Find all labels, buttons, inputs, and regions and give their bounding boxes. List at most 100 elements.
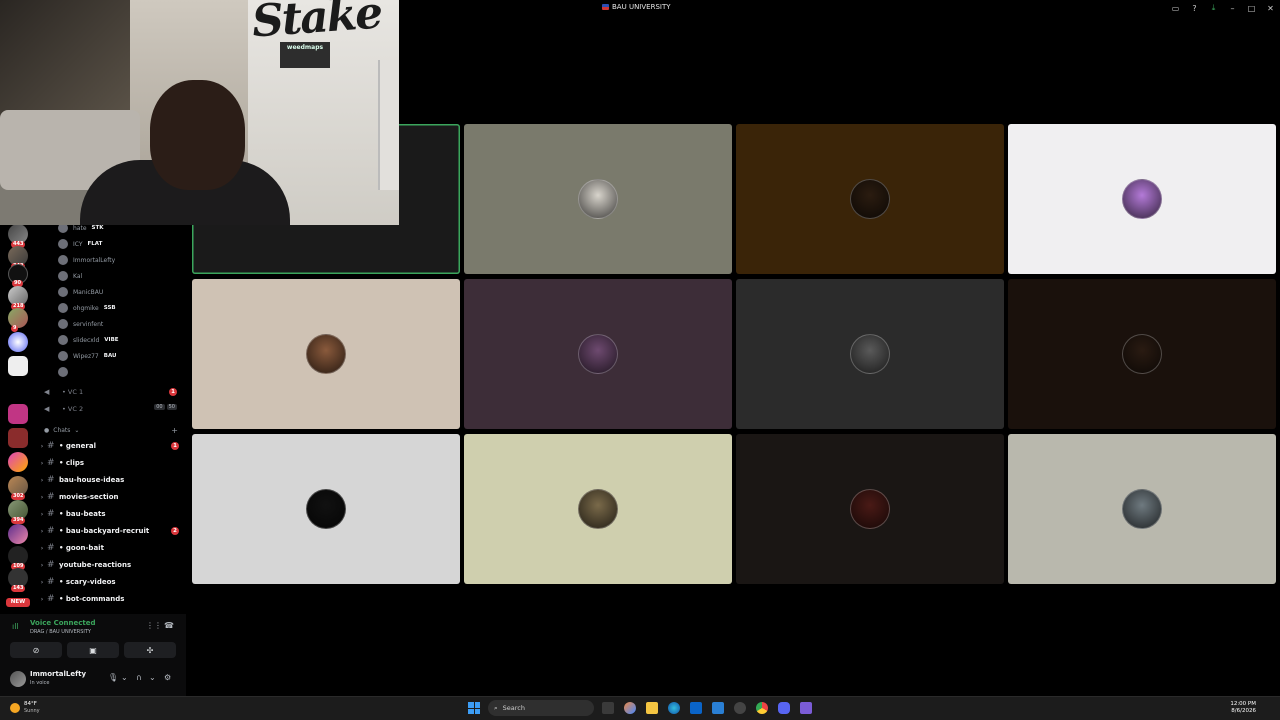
channel-list: hate STK ICY FLAT ImmortalLefty Kal ManicB… [36, 223, 186, 614]
app-icon[interactable] [734, 702, 746, 714]
voice-channel-label: • VC 2 [62, 405, 84, 413]
video-tile[interactable] [1008, 124, 1276, 274]
taskbar-search[interactable]: ⌕ Search [488, 700, 594, 716]
server-icon[interactable]: 90 [8, 264, 28, 287]
screen-share-button[interactable]: ▣ [67, 642, 119, 658]
server-icon[interactable]: 218 [8, 286, 28, 310]
channel-goon-bait[interactable]: › # • goon-bait [36, 541, 186, 555]
server-icon[interactable]: 394 [8, 500, 28, 524]
download-icon[interactable]: ⤓ [1204, 0, 1223, 16]
minimize-button[interactable]: – [1223, 0, 1242, 16]
taskbar-clock[interactable]: 12:00 PM 8/6/2026 [1230, 701, 1256, 715]
voice-member[interactable]: ICY FLAT [58, 238, 102, 250]
channel-label: • goon-bait [59, 544, 104, 552]
server-icon[interactable] [8, 428, 28, 448]
voice-status[interactable]: Voice Connected [30, 619, 96, 627]
video-tile[interactable] [1008, 279, 1276, 429]
server-icon[interactable] [8, 452, 28, 472]
inbox-icon[interactable]: ▭ [1166, 0, 1185, 16]
chevron-down-icon[interactable]: ⌄ [149, 673, 156, 682]
voice-member[interactable]: servinfent [58, 318, 103, 330]
task-view-icon[interactable] [602, 702, 614, 714]
avatar[interactable] [10, 671, 26, 687]
member-name: hate [73, 224, 87, 232]
voice-member[interactable]: ohgmike SSB [58, 302, 116, 314]
channel-bau-beats[interactable]: › # • bau-beats [36, 507, 186, 521]
voice-member[interactable]: ManicBAU [58, 286, 103, 298]
video-tile[interactable] [736, 434, 1004, 584]
signal-icon[interactable]: ıll [12, 622, 19, 631]
channel-clips[interactable]: › # • clips [36, 456, 186, 470]
voice-member[interactable]: ImmortalLefty [58, 254, 115, 266]
voice-member[interactable]: Kal [58, 270, 82, 282]
video-tile[interactable] [464, 279, 732, 429]
voice-location[interactable]: DRAG / BAU UNIVERSITY [30, 629, 91, 635]
user-panel: ImmortalLefty In voice 🎙︎ ⌄ ∩ ⌄ ⚙ [0, 666, 186, 696]
video-tile[interactable] [464, 124, 732, 274]
voice-member[interactable]: slidecxld VIBE [58, 334, 119, 346]
voice-channel-vc2[interactable]: ◀ • VC 2 00 50 [44, 403, 184, 415]
channel-label: bau-house-ideas [59, 476, 125, 484]
hash-icon: # [47, 441, 55, 451]
file-explorer-icon[interactable] [646, 702, 658, 714]
category-label: Chats [53, 427, 71, 434]
mail-icon[interactable] [712, 702, 724, 714]
instagram-icon[interactable] [8, 404, 28, 424]
member-name: ICY [73, 240, 83, 248]
weather-widget[interactable]: 84°F Sunny [10, 701, 40, 715]
server-icon[interactable]: 109 [8, 546, 28, 570]
chevron-down-icon: ⌄ [74, 427, 80, 434]
server-icon[interactable]: 443 [8, 224, 28, 248]
app-icon[interactable] [800, 702, 812, 714]
server-icon[interactable] [8, 332, 28, 352]
video-tile[interactable] [1008, 434, 1276, 584]
video-tile[interactable] [736, 279, 1004, 429]
channel-general[interactable]: › # • general 1 [36, 439, 186, 453]
chrome-icon[interactable] [756, 702, 768, 714]
channel-label: youtube-reactions [59, 561, 132, 569]
avatar [58, 303, 68, 313]
microphone-icon[interactable]: 🎙︎ [108, 673, 118, 682]
server-icon[interactable] [8, 524, 28, 544]
voice-member[interactable] [58, 366, 68, 378]
server-icon[interactable]: 302 [8, 476, 28, 500]
channel-bau-house-ideas[interactable]: › # bau-house-ideas [36, 473, 186, 487]
username[interactable]: ImmortalLefty [30, 670, 86, 678]
voice-channel-vc1[interactable]: ◀ • VC 1 1 [44, 386, 184, 398]
channel-bau-backyard-recruit[interactable]: › # • bau-backyard-recruit 2 [36, 524, 186, 538]
server-icon[interactable]: 9 [8, 308, 28, 332]
help-icon[interactable]: ? [1185, 0, 1204, 16]
activities-button[interactable]: ✣ [124, 642, 176, 658]
windows-start-icon[interactable] [468, 702, 480, 714]
server-icon[interactable]: 343 [8, 246, 28, 270]
edge-icon[interactable] [668, 702, 680, 714]
server-icon[interactable]: 143 [8, 568, 28, 592]
store-icon[interactable] [690, 702, 702, 714]
disconnect-icon[interactable]: ☎ [164, 621, 174, 630]
channel-scary-videos[interactable]: › # • scary-videos [36, 575, 186, 589]
webcam-door [378, 60, 399, 190]
voice-member[interactable]: Wipez77 BAU [58, 350, 117, 362]
chevron-down-icon[interactable]: ⌄ [121, 673, 128, 682]
video-tile[interactable] [464, 434, 732, 584]
copilot-icon[interactable] [624, 702, 636, 714]
video-tile[interactable] [736, 124, 1004, 274]
video-tile[interactable] [192, 279, 460, 429]
noise-suppression-icon[interactable]: ⋮⋮ [146, 621, 162, 630]
participant-avatar [850, 334, 890, 374]
close-button[interactable]: ✕ [1261, 0, 1280, 16]
maximize-button[interactable]: □ [1242, 0, 1261, 16]
settings-gear-icon[interactable]: ⚙ [164, 673, 171, 682]
video-tile[interactable] [192, 434, 460, 584]
add-channel-icon[interactable]: + [171, 426, 178, 435]
hash-icon: # [47, 526, 55, 536]
server-icon[interactable] [8, 356, 28, 376]
camera-off-button[interactable]: ⊘ [10, 642, 62, 658]
discord-icon[interactable] [778, 702, 790, 714]
channel-bot-commands[interactable]: › # • bot-commands [36, 592, 186, 606]
headphones-icon[interactable]: ∩ [136, 673, 142, 682]
category-chats[interactable]: ● Chats ⌄ + [44, 426, 184, 435]
channel-youtube-reactions[interactable]: › # youtube-reactions [36, 558, 186, 572]
channel-movies-section[interactable]: › # movies-section [36, 490, 186, 504]
channel-label: • bau-backyard-recruit [59, 527, 150, 535]
